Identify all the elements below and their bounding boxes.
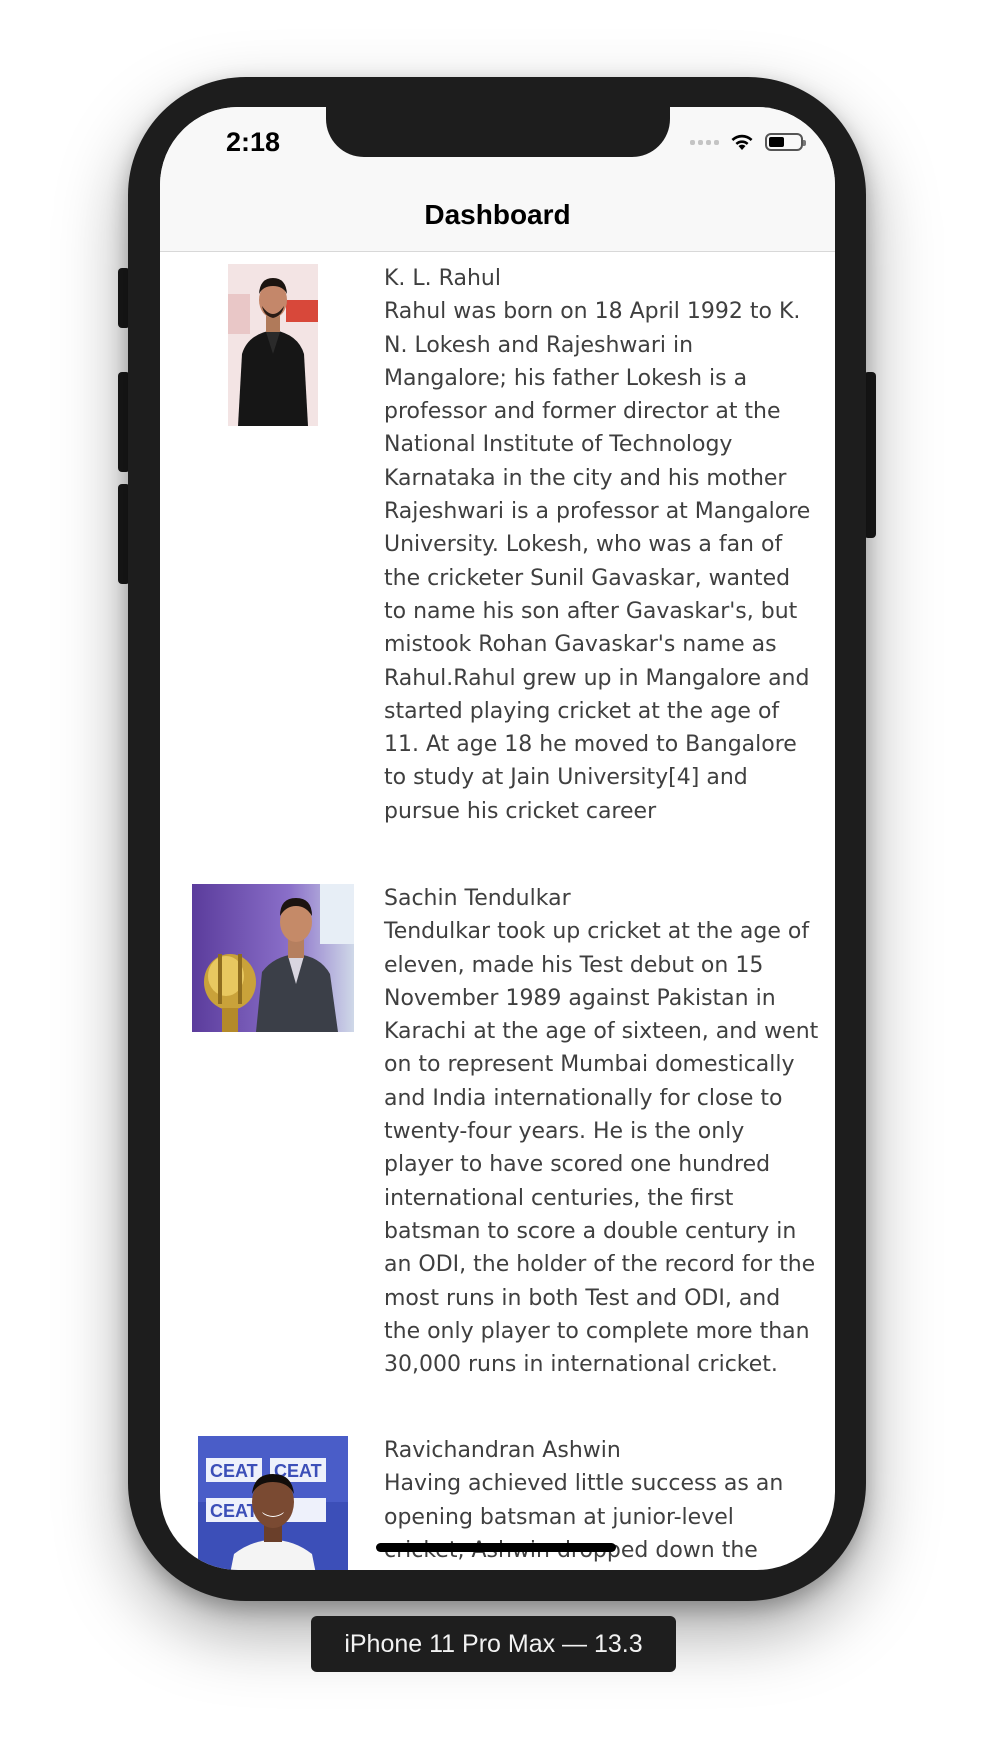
device-label: iPhone 11 Pro Max — 13.3 <box>311 1616 676 1672</box>
player-name: Sachin Tendulkar <box>384 886 571 911</box>
player-photo <box>192 884 354 1032</box>
status-icons <box>690 131 806 153</box>
player-text: K. L. Rahul Rahul was born on 18 April 1… <box>384 262 819 828</box>
player-description: Rahul was born on 18 April 1992 to K. N.… <box>384 299 811 824</box>
battery-icon <box>765 133 806 151</box>
player-list[interactable]: K. L. Rahul Rahul was born on 18 April 1… <box>160 252 835 1570</box>
player-description: Tendulkar took up cricket at the age of … <box>384 919 819 1378</box>
status-time: 2:18 <box>226 127 281 157</box>
player-description: Having achieved little success as an ope… <box>384 1471 784 1563</box>
player-name: Ravichandran Ashwin <box>384 1438 621 1463</box>
page-title: Dashboard <box>424 199 571 230</box>
cellular-signal-icon <box>690 139 719 145</box>
wifi-icon <box>731 134 753 150</box>
player-name: K. L. Rahul <box>384 266 501 291</box>
notch <box>326 107 670 157</box>
player-photo: CEAT CEAT CEAT <box>198 1436 348 1570</box>
screen: Dashboard 2:18 K. L. Rahul Rahul was bor… <box>160 107 835 1570</box>
ceat-logo-text: CEAT <box>210 1461 258 1481</box>
player-photo <box>228 264 318 426</box>
player-text: Sachin Tendulkar Tendulkar took up crick… <box>384 882 819 1381</box>
home-indicator[interactable] <box>376 1543 616 1552</box>
ceat-logo-text: CEAT <box>210 1501 258 1521</box>
